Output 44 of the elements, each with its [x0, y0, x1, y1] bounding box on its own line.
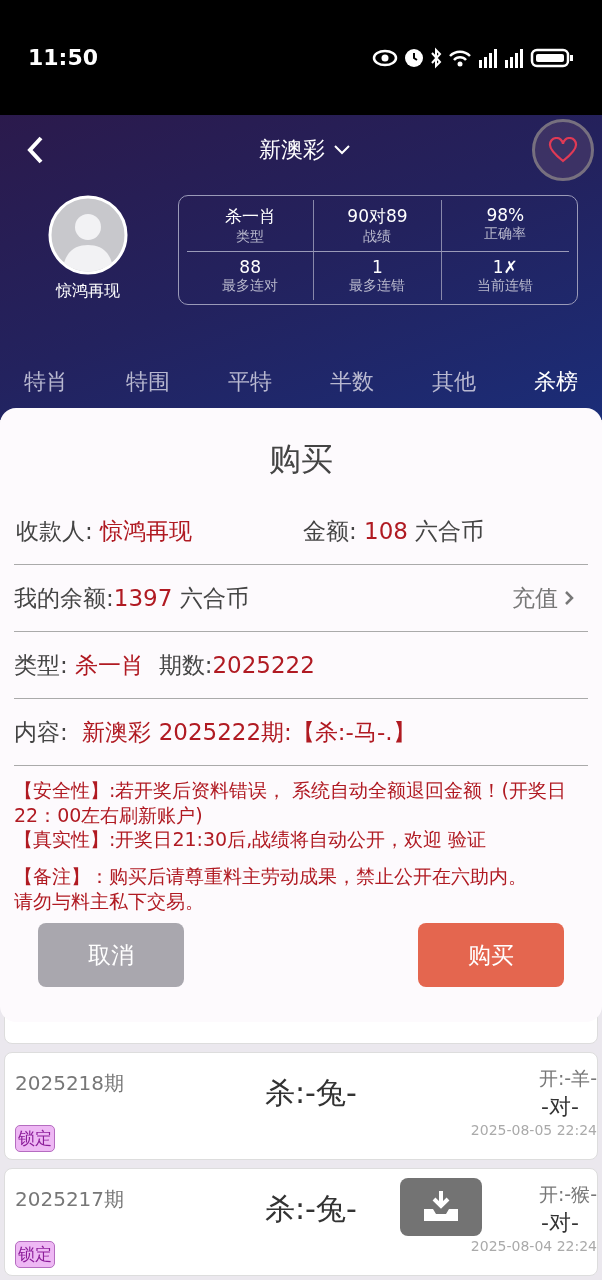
record-draw: 开:-羊- — [538, 1066, 597, 1091]
record-period: 2025217期 — [15, 1186, 126, 1213]
dialog-title: 购买 — [268, 439, 334, 480]
stat-label: 正确率 — [484, 225, 527, 243]
record-prediction: 杀:-兔- — [265, 1073, 357, 1112]
record-result: -对- — [541, 1209, 579, 1237]
record-period: 2025218期 — [15, 1070, 126, 1097]
record-time: 2025-08-05 22:24 — [470, 1122, 597, 1138]
payee-text: 收款人: 惊鸿再现 — [15, 516, 194, 546]
notice-text: 【备注】：购买后请尊重料主劳动成果，禁止公开在六助内。 — [14, 864, 528, 889]
stat-label: 战绩 — [363, 228, 392, 246]
record-draw: 开:-猴- — [538, 1182, 597, 1207]
status-time: 11:50 — [28, 45, 99, 70]
tab[interactable]: 半数 — [330, 367, 374, 397]
stat-value: 88 — [239, 257, 261, 277]
recharge-link[interactable]: 充值 — [512, 582, 574, 614]
title-dropdown[interactable]: 新澳彩 — [259, 135, 351, 165]
tab[interactable]: 其他 — [432, 367, 476, 397]
notice-text: 【真实性】:开奖日21:30后,战绩将自动公开，欢迎 验证 — [14, 827, 488, 853]
username: 惊鸿再现 — [56, 281, 120, 302]
record-result: -对- — [541, 1093, 579, 1121]
balance-text: 我的余额:1397 六合币 — [14, 583, 249, 613]
record-time: 2025-08-04 22:24 — [470, 1238, 597, 1254]
amount-text: 金额: 108 六合币 — [302, 516, 486, 546]
stat-value: 1 — [372, 257, 383, 277]
stat-value: 1✗ — [492, 257, 518, 277]
stat-label: 最多连对 — [222, 277, 279, 295]
tab[interactable]: 特围 — [126, 367, 170, 397]
stat-label: 当前连错 — [477, 277, 534, 295]
record-prediction: 杀:-兔- — [265, 1189, 357, 1228]
notice-text: 【安全性】:若开奖后资料错误， 系统自动全额退回金额！(开奖日22：00左右刷新账户) — [14, 778, 567, 828]
type-period-text: 类型: 杀一肖 期数:2025222 — [14, 650, 315, 680]
content-text: 内容: 新澳彩 2025222期:【杀:-马-.】 — [14, 717, 416, 747]
stat-value: 98% — [486, 205, 525, 225]
tab[interactable]: 杀榜 — [534, 367, 578, 397]
stat-label: 类型 — [236, 228, 265, 246]
locked-tag: 锁定 — [15, 1241, 55, 1268]
stat-value: 杀一肖 — [224, 205, 276, 228]
stat-value: 90对89 — [347, 205, 408, 228]
tab[interactable]: 平特 — [228, 367, 272, 397]
stat-label: 最多连错 — [349, 277, 406, 295]
locked-tag: 锁定 — [15, 1125, 55, 1152]
notice-text: 请勿与料主私下交易。 — [14, 888, 205, 914]
tab[interactable]: 特肖 — [24, 367, 68, 397]
